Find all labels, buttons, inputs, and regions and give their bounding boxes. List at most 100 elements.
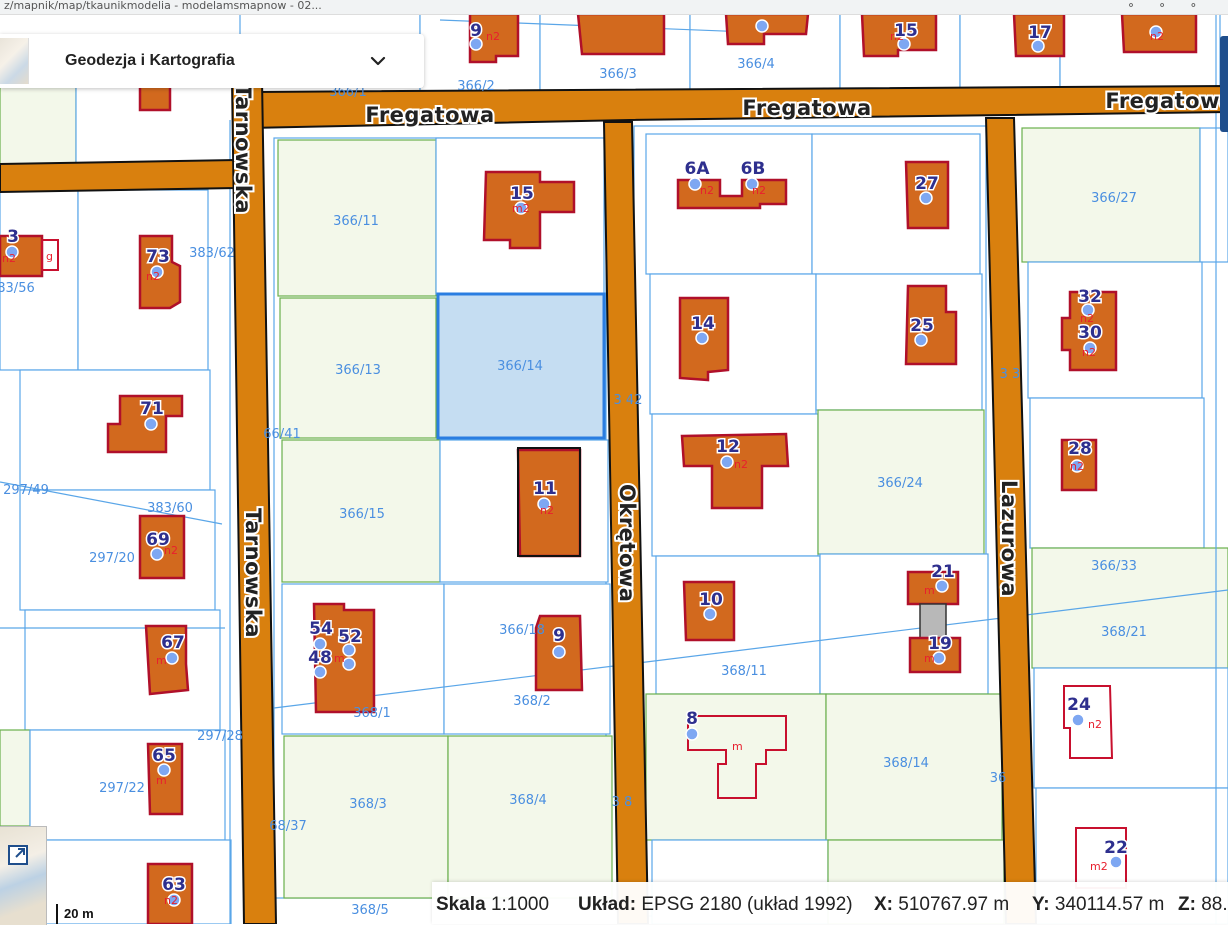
parcel[interactable]	[0, 729, 31, 827]
parcel-id: 3 8	[612, 795, 633, 810]
browser-address-bar[interactable]: z/mapnik/map/tkaunikmodelia - modelamsma…	[0, 0, 1228, 15]
browser-toolbar-icons: ⚬⚬⚬	[1126, 0, 1220, 12]
building-code: n2	[1082, 346, 1096, 359]
house-number: 73	[146, 247, 170, 267]
parcel-id: 366/2	[457, 79, 494, 94]
address-point[interactable]	[755, 19, 769, 33]
house-number: 63	[162, 875, 186, 895]
scale-bar-label: 20 m	[64, 906, 94, 921]
parcel-id: 366/13	[335, 363, 381, 378]
street-name-lazurowa: Lazurowa	[997, 480, 1021, 597]
building-code: n2	[700, 184, 714, 197]
x-value: 510767.97 m	[898, 894, 1010, 915]
parcel-id: 366/15	[339, 507, 385, 522]
house-number: 14	[691, 314, 715, 334]
z-value: 88.	[1201, 894, 1228, 915]
parcel-368-3[interactable]	[283, 735, 449, 899]
house-number: 12	[716, 437, 740, 457]
parcel[interactable]	[0, 85, 77, 165]
address-point[interactable]	[685, 727, 699, 741]
parcel-id: 368/14	[883, 756, 929, 771]
parcel-id: 368/1	[353, 706, 390, 721]
scale-value[interactable]: 1:1000	[491, 894, 549, 915]
street-name-fregatowa: Fregatowa	[365, 103, 494, 127]
scale-label: Skala	[436, 894, 486, 915]
parcel-id: 297/49	[3, 483, 49, 498]
map-thumbnail-icon	[0, 38, 29, 84]
house-number: 67	[161, 633, 185, 653]
address-point[interactable]	[720, 455, 734, 469]
house-number: 54	[309, 619, 333, 639]
scale-info: Skala 1:1000	[436, 894, 549, 916]
house-number: 9	[553, 626, 565, 646]
house-number: 19	[928, 634, 952, 654]
parcel-368-11[interactable]	[819, 553, 989, 695]
url-text[interactable]: z/mapnik/map/tkaunikmodelia - modelamsma…	[4, 0, 322, 12]
building-code: n2	[540, 504, 554, 517]
house-number: 71	[140, 399, 164, 419]
building-code: m	[156, 774, 167, 787]
building-code: n2	[146, 270, 160, 283]
z-coordinate: Z: 88.	[1178, 894, 1228, 916]
building-code: n2	[734, 458, 748, 471]
building-code: n2	[1150, 30, 1164, 43]
building-code: m2	[1090, 860, 1108, 873]
parcel[interactable]	[1029, 397, 1205, 549]
house-number: 8	[686, 709, 698, 729]
parcel[interactable]	[0, 189, 79, 371]
house-number: 15	[894, 21, 918, 41]
parcel-id: 36	[990, 771, 1007, 786]
address-point[interactable]	[342, 657, 356, 671]
building-code: n2	[1088, 718, 1102, 731]
parcel-366-18[interactable]	[443, 583, 611, 735]
parcel-id: 368/11	[721, 664, 767, 679]
parcel[interactable]	[1199, 127, 1228, 263]
crs-label: Układ:	[578, 894, 637, 915]
parcel-id: 366/4	[737, 57, 774, 72]
address-point[interactable]	[552, 645, 566, 659]
building[interactable]	[576, 12, 666, 56]
parcel-id: 366/3	[599, 67, 636, 82]
address-point[interactable]	[144, 417, 158, 431]
parcel[interactable]	[649, 273, 817, 415]
parcel-id: 3 42	[614, 393, 643, 408]
expand-icon[interactable]	[6, 843, 30, 867]
street-name-fregatowa: Fregatowa	[1105, 89, 1228, 113]
parcel-id: 297/20	[89, 551, 135, 566]
road-west-branch	[0, 158, 237, 194]
z-label: Z:	[1178, 894, 1196, 915]
parcel[interactable]	[811, 133, 981, 275]
crs-value[interactable]: EPSG 2180 (układ 1992)	[641, 894, 852, 915]
scale-bar	[56, 904, 58, 924]
parcel-368-4[interactable]	[447, 735, 613, 899]
parcel-id: 68/37	[269, 819, 306, 834]
building-code: m	[156, 654, 167, 667]
parcel-id: 368/5	[351, 903, 388, 918]
street-name-tarnowska: Tarnowska	[231, 84, 255, 214]
layer-selector[interactable]: Geodezja i Kartografia	[0, 34, 424, 88]
house-number: 3	[7, 227, 19, 247]
building-code: n2	[164, 894, 178, 907]
address-point[interactable]	[1071, 713, 1085, 727]
crs-info: Układ: EPSG 2180 (układ 1992)	[578, 894, 853, 916]
x-label: X:	[874, 894, 893, 915]
status-bar: Skala 1:1000 Układ: EPSG 2180 (układ 199…	[432, 882, 1228, 924]
overview-minimap[interactable]	[0, 826, 47, 925]
y-coordinate: Y: 340114.57 m	[1032, 894, 1164, 916]
house-number: 48	[308, 648, 332, 668]
house-number: 15	[510, 184, 534, 204]
chevron-down-icon[interactable]	[368, 51, 388, 71]
building-code: m	[334, 652, 345, 665]
building-code: n2	[1070, 460, 1084, 473]
side-panel-tab[interactable]	[1220, 36, 1228, 132]
cadastral-map[interactable]: 366/2 366/3 366/4 366/1 366/11 366/13 36…	[0, 0, 1228, 924]
building-code: m	[732, 740, 743, 753]
house-number: 6A	[685, 159, 711, 179]
address-point[interactable]	[165, 651, 179, 665]
house-number: 25	[910, 316, 934, 336]
parcel-id: 368/2	[513, 694, 550, 709]
street-name-tarnowska: Tarnowska	[241, 508, 265, 638]
house-number: 6B	[741, 159, 766, 179]
y-label: Y:	[1032, 894, 1050, 915]
house-number: 65	[152, 746, 176, 766]
